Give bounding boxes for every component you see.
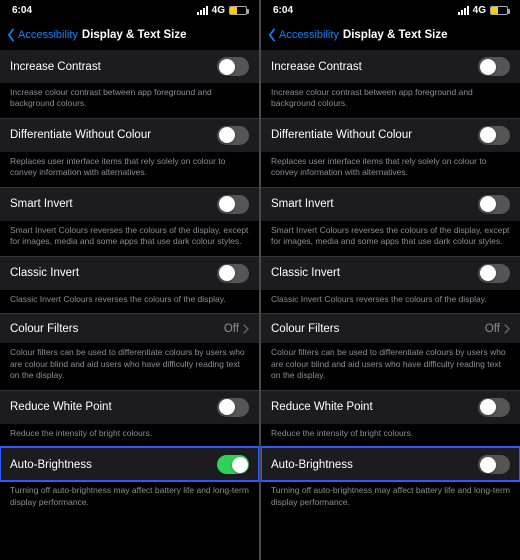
toggle-reduce-white[interactable] [478, 398, 510, 417]
row-label: Reduce White Point [271, 401, 373, 413]
toggle-smart-invert[interactable] [478, 195, 510, 214]
toggle-classic-invert[interactable] [478, 264, 510, 283]
toggle-auto-brightness[interactable] [478, 455, 510, 474]
status-right: 4G [197, 5, 247, 16]
back-button[interactable]: Accessibility [265, 28, 339, 42]
row-increase-contrast[interactable]: Increase Contrast [261, 50, 520, 83]
row-colour-filters[interactable]: Colour Filters Off [261, 313, 520, 343]
row-label: Colour Filters [10, 323, 78, 335]
network-label: 4G [473, 5, 486, 16]
desc-colour-filters: Colour filters can be used to differenti… [0, 343, 259, 389]
desc-smart-invert: Smart Invert Colours reverses the colour… [0, 221, 259, 256]
status-bar: 6:04 4G [0, 0, 259, 20]
status-bar: 6:04 4G [261, 0, 520, 20]
row-label: Differentiate Without Colour [10, 129, 151, 141]
row-label: Smart Invert [271, 198, 334, 210]
row-label: Reduce White Point [10, 401, 112, 413]
settings-list: Increase Contrast Increase colour contra… [261, 50, 520, 560]
desc-colour-filters: Colour filters can be used to differenti… [261, 343, 520, 389]
row-label: Classic Invert [10, 267, 79, 279]
phone-right: 6:04 4G Accessibility Display & Text Siz… [261, 0, 520, 560]
toggle-auto-brightness[interactable] [217, 455, 249, 474]
row-classic-invert[interactable]: Classic Invert [261, 256, 520, 290]
row-label: Classic Invert [271, 267, 340, 279]
desc-reduce-white: Reduce the intensity of bright colours. [261, 424, 520, 447]
status-right: 4G [458, 5, 508, 16]
status-time: 6:04 [12, 5, 32, 16]
back-button[interactable]: Accessibility [4, 28, 78, 42]
row-classic-invert[interactable]: Classic Invert [0, 256, 259, 290]
desc-differentiate: Replaces user interface items that rely … [261, 152, 520, 187]
row-label: Colour Filters [271, 323, 339, 335]
status-time: 6:04 [273, 5, 293, 16]
chevron-left-icon [4, 28, 18, 42]
toggle-classic-invert[interactable] [217, 264, 249, 283]
row-label: Increase Contrast [271, 61, 362, 73]
chevron-right-icon [504, 324, 510, 334]
desc-increase-contrast: Increase colour contrast between app for… [261, 83, 520, 118]
row-label: Auto-Brightness [10, 459, 92, 471]
row-smart-invert[interactable]: Smart Invert [261, 187, 520, 221]
settings-list: Increase Contrast Increase colour contra… [0, 50, 259, 560]
row-auto-brightness[interactable]: Auto-Brightness [0, 447, 259, 481]
desc-increase-contrast: Increase colour contrast between app for… [0, 83, 259, 118]
toggle-differentiate[interactable] [478, 126, 510, 145]
chevron-left-icon [265, 28, 279, 42]
toggle-increase-contrast[interactable] [217, 57, 249, 76]
row-colour-filters[interactable]: Colour Filters Off [0, 313, 259, 343]
desc-auto-brightness: Turning off auto-brightness may affect b… [261, 481, 520, 516]
row-label: Auto-Brightness [271, 459, 353, 471]
row-smart-invert[interactable]: Smart Invert [0, 187, 259, 221]
row-increase-contrast[interactable]: Increase Contrast [0, 50, 259, 83]
value-label: Off [224, 323, 239, 335]
back-label: Accessibility [18, 29, 78, 41]
desc-auto-brightness: Turning off auto-brightness may affect b… [0, 481, 259, 516]
toggle-increase-contrast[interactable] [478, 57, 510, 76]
page-title: Display & Text Size [343, 29, 448, 41]
row-value: Off [224, 323, 249, 335]
nav-bar: Accessibility Display & Text Size [0, 20, 259, 50]
back-label: Accessibility [279, 29, 339, 41]
nav-bar: Accessibility Display & Text Size [261, 20, 520, 50]
row-label: Smart Invert [10, 198, 73, 210]
row-reduce-white[interactable]: Reduce White Point [261, 390, 520, 424]
network-label: 4G [212, 5, 225, 16]
page-title: Display & Text Size [82, 29, 187, 41]
signal-icon [197, 6, 208, 15]
phone-left: 6:04 4G Accessibility Display & Text Siz… [0, 0, 259, 560]
toggle-smart-invert[interactable] [217, 195, 249, 214]
toggle-differentiate[interactable] [217, 126, 249, 145]
row-reduce-white[interactable]: Reduce White Point [0, 390, 259, 424]
row-differentiate[interactable]: Differentiate Without Colour [0, 118, 259, 152]
battery-icon [490, 6, 508, 15]
desc-smart-invert: Smart Invert Colours reverses the colour… [261, 221, 520, 256]
row-label: Increase Contrast [10, 61, 101, 73]
row-value: Off [485, 323, 510, 335]
battery-icon [229, 6, 247, 15]
desc-classic-invert: Classic Invert Colours reverses the colo… [261, 290, 520, 313]
desc-classic-invert: Classic Invert Colours reverses the colo… [0, 290, 259, 313]
row-auto-brightness[interactable]: Auto-Brightness [261, 447, 520, 481]
desc-differentiate: Replaces user interface items that rely … [0, 152, 259, 187]
value-label: Off [485, 323, 500, 335]
row-label: Differentiate Without Colour [271, 129, 412, 141]
desc-reduce-white: Reduce the intensity of bright colours. [0, 424, 259, 447]
signal-icon [458, 6, 469, 15]
row-differentiate[interactable]: Differentiate Without Colour [261, 118, 520, 152]
toggle-reduce-white[interactable] [217, 398, 249, 417]
chevron-right-icon [243, 324, 249, 334]
